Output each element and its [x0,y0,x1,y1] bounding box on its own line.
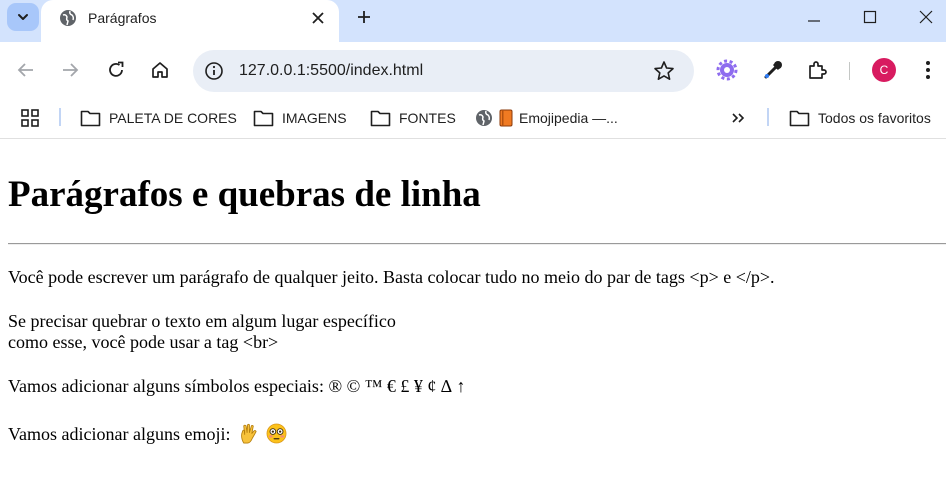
web-page-content: Parágrafos e quebras de linha Você pode … [0,139,946,503]
folder-icon [789,110,810,126]
home-icon [152,62,168,78]
puzzle-icon [809,61,827,79]
site-info-icon[interactable] [203,60,225,82]
tab-close-button[interactable] [307,7,329,29]
bookmark-paleta-de-cores[interactable]: PALETA DE CORES [80,107,237,129]
minimize-button[interactable] [803,6,825,28]
tab-strip: Parágrafos [0,0,946,42]
paragraph-4: Vamos adicionar alguns emoji: [8,423,287,445]
arrow-left-icon [17,63,33,77]
folder-icon [370,110,391,126]
all-bookmarks-folder[interactable]: Todos os favoritos [789,107,931,129]
bookmark-label: Emojipedia —... [519,110,618,126]
paragraph-1: Você pode escrever um parágrafo de qualq… [8,267,775,287]
close-icon [312,12,324,24]
paragraph-3: Vamos adicionar alguns símbolos especiai… [8,376,466,396]
forward-button[interactable] [58,58,82,82]
bookmark-label: Todos os favoritos [818,110,931,126]
eyedropper-icon [764,61,782,79]
bookmark-emojipedia[interactable]: Emojipedia —... [475,107,618,129]
double-chevron-right-icon [732,113,745,123]
tab-title: Parágrafos [88,10,157,26]
horizontal-rule [8,243,946,245]
paragraph-4-text: Vamos adicionar alguns emoji: [8,424,231,444]
color-picker-extension-button[interactable] [761,58,785,82]
globe-icon [60,10,76,26]
close-icon [919,10,933,24]
browser-menu-button[interactable] [916,58,940,82]
toolbar-separator [849,62,850,80]
plus-icon [358,11,370,23]
vulcan-salute-emoji-icon [241,423,257,444]
minimize-icon [808,20,820,22]
new-tab-button[interactable] [353,6,375,28]
flushed-face-emoji-icon [267,423,287,444]
bookmark-imagens[interactable]: IMAGENS [253,107,347,129]
paragraph-2: Se precisar quebrar o texto em algum lug… [8,311,396,353]
book-emoji-icon [499,109,513,127]
tab-search-button[interactable] [7,3,39,31]
apps-grid-icon[interactable] [20,108,40,128]
globe-icon [476,110,492,126]
toolbar: 127.0.0.1:5500/index.html [0,42,946,98]
reload-button[interactable] [104,58,128,82]
maximize-button[interactable] [859,6,881,28]
bookmarks-separator [767,108,769,126]
bookmarks-overflow-button[interactable] [728,108,748,128]
gear-extension-icon [716,59,738,81]
maximize-icon [863,10,877,24]
arrow-right-icon [63,63,79,77]
bookmark-label: PALETA DE CORES [109,110,237,126]
address-bar[interactable]: 127.0.0.1:5500/index.html [193,50,694,92]
window-close-button[interactable] [915,6,937,28]
paragraph-2-line-1: Se precisar quebrar o texto em algum lug… [8,311,396,331]
kebab-menu-icon [926,61,930,79]
bookmark-label: IMAGENS [282,110,347,126]
back-button[interactable] [14,58,38,82]
extensions-button[interactable] [806,58,830,82]
folder-icon [253,110,274,126]
reload-icon [109,61,124,77]
url-text[interactable]: 127.0.0.1:5500/index.html [239,61,423,81]
home-button[interactable] [148,58,172,82]
bookmarks-separator [59,108,61,126]
bookmark-fontes[interactable]: FONTES [370,107,456,129]
folder-icon [80,110,101,126]
chevron-down-icon [18,14,28,20]
bookmark-label: FONTES [399,110,456,126]
extension-gear-button[interactable] [715,58,739,82]
page-heading: Parágrafos e quebras de linha [8,174,481,215]
paragraph-2-line-2: como esse, você pode usar a tag <br> [8,332,279,352]
profile-avatar[interactable]: C [872,58,896,82]
bookmark-star-icon[interactable] [653,60,675,82]
active-tab[interactable]: Parágrafos [41,0,339,42]
bookmarks-bar: PALETA DE CORES IMAGENS FONTES Emojipedi… [0,98,946,139]
